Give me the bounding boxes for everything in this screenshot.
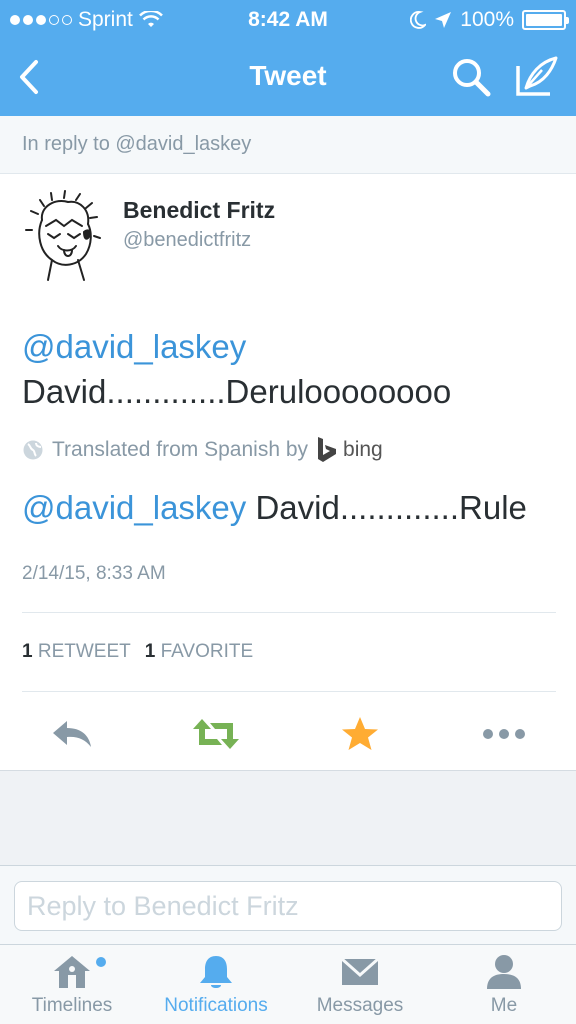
star-icon bbox=[342, 717, 378, 750]
search-icon[interactable] bbox=[450, 56, 492, 98]
retweet-button[interactable] bbox=[192, 714, 240, 754]
header: Sprint 8:42 AM 100% Tweet bbox=[0, 0, 576, 116]
unread-dot bbox=[96, 957, 106, 967]
tab-bar: Timelines Notifications Messages Me bbox=[0, 944, 576, 1024]
more-icon bbox=[483, 729, 525, 739]
bing-logo[interactable]: bing bbox=[316, 436, 383, 464]
retweet-count: 1 bbox=[22, 641, 33, 662]
tweet-actions bbox=[0, 704, 576, 760]
reply-input[interactable] bbox=[14, 881, 562, 931]
divider bbox=[22, 612, 556, 613]
tab-messages[interactable]: Messages bbox=[288, 945, 432, 1024]
battery-icon bbox=[522, 10, 569, 30]
envelope-icon bbox=[341, 957, 379, 985]
bell-icon bbox=[200, 956, 232, 988]
tab-me[interactable]: Me bbox=[432, 945, 576, 1024]
divider bbox=[22, 691, 556, 692]
favorite-stat-label: FAVORITE bbox=[160, 641, 254, 662]
author-name[interactable]: Benedict Fritz bbox=[123, 197, 275, 224]
tab-label-me: Me bbox=[490, 995, 518, 1016]
tab-label-timelines: Timelines bbox=[31, 995, 113, 1016]
battery-percent: 100% bbox=[460, 8, 514, 31]
retweet-stat-label: RETWEET bbox=[37, 641, 131, 662]
moon-icon bbox=[410, 11, 427, 29]
avatar[interactable] bbox=[22, 190, 104, 282]
reply-context-label: In reply to @david_laskey bbox=[22, 133, 252, 155]
translated-label: Translated from Spanish by bbox=[52, 438, 309, 461]
favorite-button[interactable] bbox=[336, 714, 384, 754]
globe-icon bbox=[23, 440, 43, 460]
reply-context[interactable]: In reply to @david_laskey bbox=[0, 116, 576, 174]
retweet-icon bbox=[193, 719, 239, 749]
tweet-stats: 1 RETWEET 1 FAVORITE bbox=[22, 641, 253, 663]
tab-label-messages: Messages bbox=[316, 995, 404, 1016]
reply-icon bbox=[53, 721, 91, 747]
bing-label: bing bbox=[343, 438, 383, 461]
location-arrow-icon bbox=[435, 12, 452, 28]
tab-timelines[interactable]: Timelines bbox=[0, 945, 144, 1024]
tweet-timestamp: 2/14/15, 8:33 AM bbox=[22, 563, 166, 584]
tweet-text: @david_laskey David.............Derulooo… bbox=[22, 324, 562, 414]
home-icon bbox=[54, 956, 90, 988]
translation-mention-link[interactable]: @david_laskey bbox=[22, 489, 246, 526]
more-button[interactable] bbox=[480, 714, 528, 754]
translation-text: @david_laskey David.............Rule bbox=[22, 486, 572, 530]
tab-notifications[interactable]: Notifications bbox=[144, 945, 288, 1024]
compose-icon[interactable] bbox=[514, 54, 560, 98]
translation-attribution: Translated from Spanish by bing bbox=[22, 436, 383, 464]
reply-bar bbox=[0, 865, 576, 944]
favorite-stat[interactable]: 1 FAVORITE bbox=[145, 641, 253, 663]
nav-bar: Tweet bbox=[0, 38, 576, 116]
retweet-stat[interactable]: 1 RETWEET bbox=[22, 641, 131, 663]
favorite-count: 1 bbox=[144, 641, 156, 662]
tweet-detail: Benedict Fritz @benedictfritz @david_las… bbox=[0, 174, 576, 771]
tweet-body: David.............Deruloooooooo bbox=[22, 373, 452, 410]
mention-link[interactable]: @david_laskey bbox=[22, 328, 246, 365]
bing-icon bbox=[318, 437, 337, 462]
tab-label-notifications: Notifications bbox=[164, 995, 268, 1016]
status-bar: Sprint 8:42 AM 100% bbox=[0, 0, 576, 38]
author-handle[interactable]: @benedictfritz bbox=[123, 229, 251, 252]
translation-body: David.............Rule bbox=[246, 489, 527, 526]
person-icon bbox=[487, 955, 521, 989]
reply-button[interactable] bbox=[48, 714, 96, 754]
